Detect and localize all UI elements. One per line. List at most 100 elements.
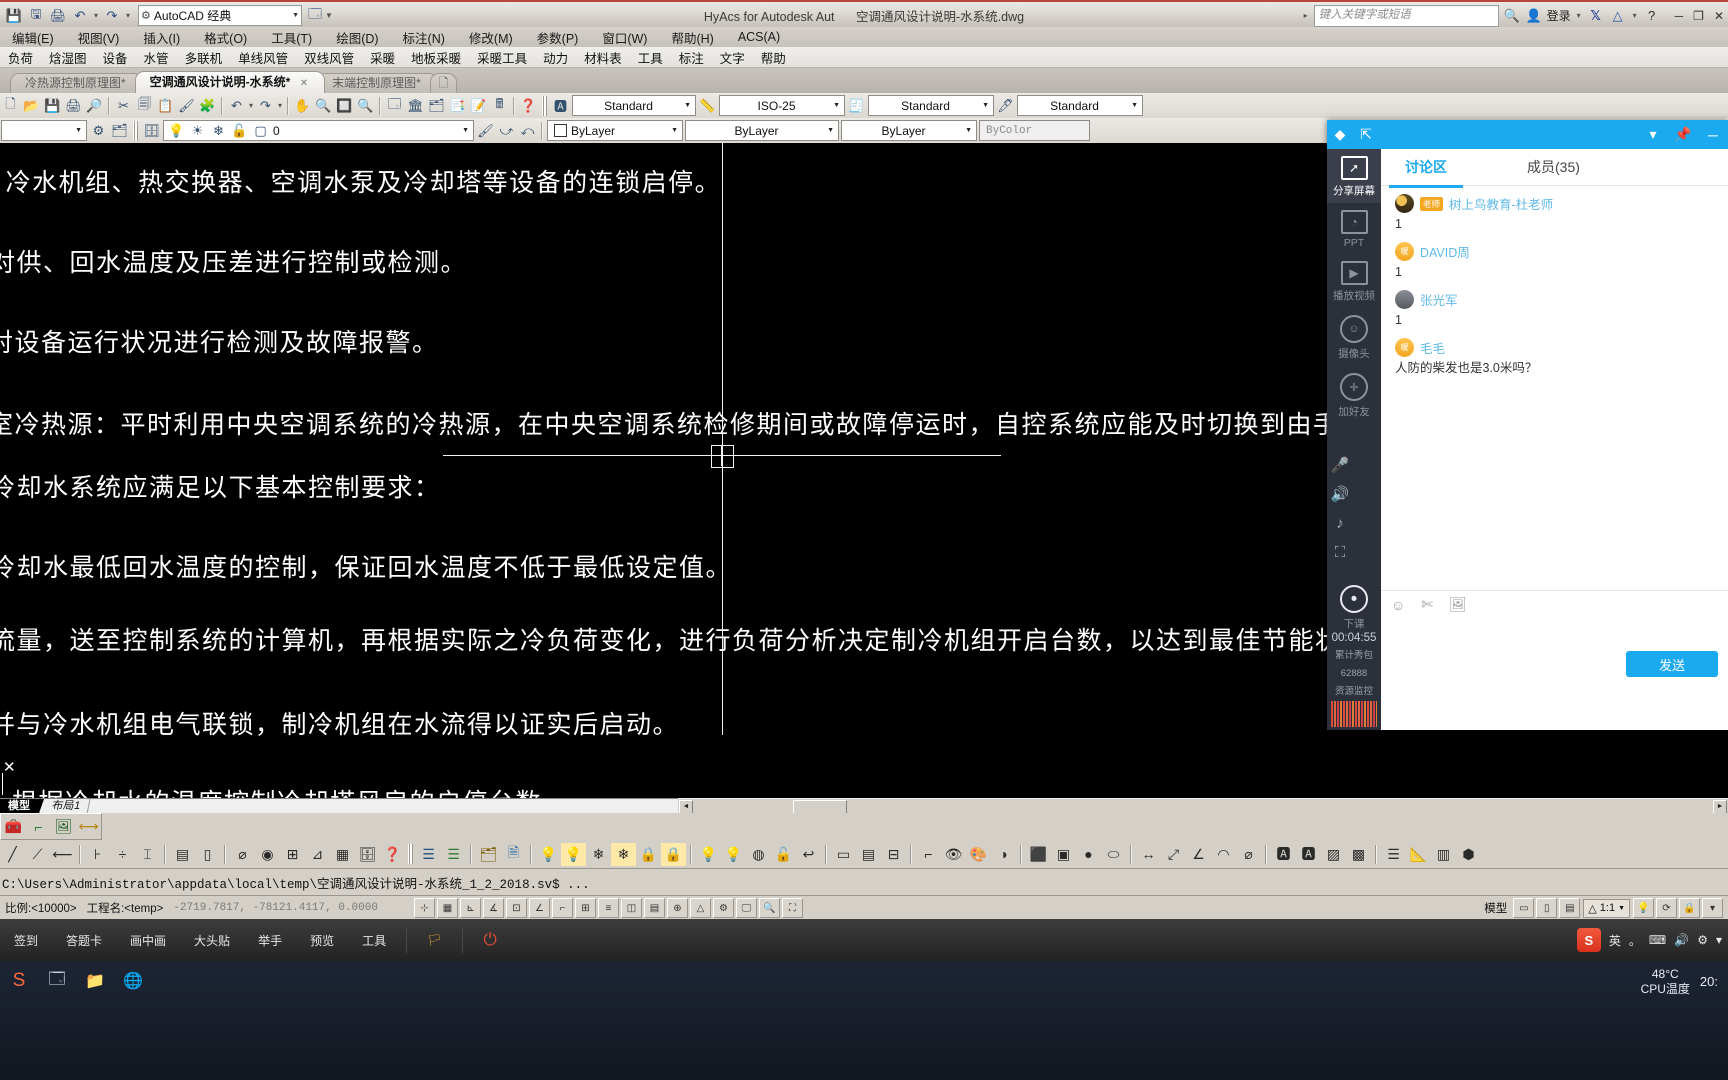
undo-icon[interactable]: ↶ bbox=[70, 6, 90, 26]
pan-icon[interactable]: ✋ bbox=[292, 95, 313, 116]
layer-merge-icon[interactable]: 🗂 bbox=[476, 843, 501, 866]
copy-icon[interactable]: 🗐 bbox=[134, 95, 155, 116]
box-icon[interactable]: ▣ bbox=[1051, 843, 1076, 866]
viewport2-icon[interactable]: ▤ bbox=[856, 843, 881, 866]
osnap-toggle[interactable]: ⊡ bbox=[505, 898, 527, 918]
layer-previous-icon[interactable]: 🖌 bbox=[475, 120, 496, 141]
menu-item-4[interactable]: 工具(T) bbox=[259, 28, 324, 47]
hyacs-menu-1[interactable]: 焓湿图 bbox=[41, 48, 95, 67]
system-clock[interactable]: 20: bbox=[1700, 974, 1718, 990]
menu-item-1[interactable]: 视图(V) bbox=[66, 28, 132, 47]
view-icon[interactable]: 👁 bbox=[941, 843, 966, 866]
autodesk-dropdown-icon[interactable]: ▾ bbox=[1631, 11, 1639, 20]
chevron-down-icon[interactable]: ▼ bbox=[980, 102, 991, 109]
chevron-down-icon[interactable]: ▼ bbox=[669, 127, 680, 134]
ducs-toggle[interactable]: ⌐ bbox=[551, 898, 573, 918]
lock-open-icon[interactable]: 🔓 bbox=[229, 120, 250, 141]
undo-dropdown-icon[interactable]: ▾ bbox=[92, 11, 100, 20]
zoom-realtime-icon[interactable]: 🔍 bbox=[313, 95, 334, 116]
table-style-combo[interactable]: Standard ▼ bbox=[868, 95, 994, 116]
exchange-icon[interactable]: 𝕏 bbox=[1587, 8, 1605, 24]
table-style-icon[interactable]: 🧾 bbox=[846, 95, 867, 116]
chat-input-area[interactable]: 发送 bbox=[1381, 617, 1728, 687]
viewport3-icon[interactable]: ⊟ bbox=[881, 843, 906, 866]
menu-item-7[interactable]: 修改(M) bbox=[457, 28, 525, 47]
dock-item-5[interactable]: 预览 bbox=[296, 919, 348, 961]
dim-linear-icon[interactable]: ↔ bbox=[1136, 843, 1161, 866]
lock-2-icon[interactable]: 🔒 bbox=[661, 842, 686, 866]
lightbulb-3-icon[interactable]: 💡 bbox=[696, 843, 721, 866]
command-line[interactable]: C:\Users\Administrator\appdata\local\tem… bbox=[0, 869, 1728, 895]
designcenter-icon[interactable]: 🏛 bbox=[405, 95, 426, 116]
snap-toggle[interactable]: ⊹ bbox=[413, 898, 435, 918]
elevation-tool-icon[interactable]: ⌶ bbox=[135, 843, 160, 866]
start-icon[interactable]: S bbox=[2, 964, 36, 998]
tab-discussion[interactable]: 讨论区 bbox=[1389, 157, 1463, 188]
save-icon[interactable]: 💾 bbox=[4, 6, 24, 26]
dim-diameter-icon[interactable]: ⌀ bbox=[1236, 843, 1261, 866]
ime-more-icon[interactable]: ▾ bbox=[1716, 933, 1722, 947]
workspace-toggle[interactable]: ⚙ bbox=[712, 898, 734, 918]
render-icon[interactable]: 🎨 bbox=[966, 843, 991, 866]
block-list-icon[interactable]: ▤ bbox=[170, 843, 195, 866]
chat-message-name[interactable]: 树上鸟教育-杜老师 bbox=[1449, 194, 1553, 213]
redo-icon[interactable]: ↷ bbox=[102, 6, 122, 26]
mic-icon[interactable]: 🎤 bbox=[1327, 453, 1353, 477]
taskbar-app-3-icon[interactable]: 🌐 bbox=[116, 964, 150, 998]
music-icon[interactable]: ♪ bbox=[1327, 511, 1353, 535]
layer-combo[interactable]: 💡 ☀ ❄ 🔓 ▢ 0 ▼ bbox=[163, 120, 474, 141]
sphere-icon[interactable]: ● bbox=[1076, 843, 1101, 866]
polar-toggle[interactable]: ∡ bbox=[482, 898, 504, 918]
ime-punct-icon[interactable]: 。 bbox=[1629, 932, 1641, 949]
dock-flag-icon[interactable]: 🏳 bbox=[413, 919, 456, 961]
isolate-toggle[interactable]: 🔍 bbox=[758, 898, 780, 918]
table-icon[interactable]: ▦ bbox=[330, 843, 355, 866]
hardware-toggle[interactable]: 🖵 bbox=[735, 898, 757, 918]
lightbulb-on-icon[interactable]: 💡 bbox=[166, 120, 187, 141]
gradient-icon[interactable]: ▩ bbox=[1346, 843, 1371, 866]
lineweight-combo[interactable]: ByLayer ▼ bbox=[841, 120, 977, 141]
menu-item-2[interactable]: 插入(I) bbox=[131, 28, 192, 47]
cut-icon[interactable]: ✂ bbox=[113, 95, 134, 116]
chevron-down-icon[interactable]: ▼ bbox=[1618, 905, 1625, 912]
color-combo[interactable]: ByLayer ▼ bbox=[547, 120, 683, 141]
search-input[interactable]: 键入关键字或短语 bbox=[1313, 4, 1499, 27]
document-tab-0[interactable]: 冷热源控制原理图* bbox=[10, 73, 143, 93]
menu-item-6[interactable]: 标注(N) bbox=[391, 28, 457, 47]
solid-icon[interactable]: ⬛ bbox=[1026, 843, 1051, 866]
hyacs-tool-4-icon[interactable]: ⟷ bbox=[76, 815, 101, 838]
chevron-down-icon[interactable]: ▼ bbox=[825, 127, 836, 134]
dim-style-icon[interactable]: 📏 bbox=[697, 95, 718, 116]
viewport-icon[interactable]: ▭ bbox=[831, 843, 856, 866]
workspace-combo[interactable]: ▼ bbox=[1, 120, 87, 141]
hyacs-menu-3[interactable]: 水管 bbox=[136, 48, 177, 67]
menu-item-11[interactable]: ACS(A) bbox=[726, 30, 792, 44]
dock-item-6[interactable]: 工具 bbox=[348, 919, 400, 961]
chevron-down-icon[interactable]: ▼ bbox=[460, 127, 471, 134]
taskbar-app-1-icon[interactable]: 🗔 bbox=[40, 964, 74, 998]
menu-item-8[interactable]: 参数(P) bbox=[525, 28, 591, 47]
class-end-button[interactable]: ⏺ 下课 00:04:55 累计秀包 62888 资源监控 bbox=[1327, 578, 1381, 732]
align-tool-icon[interactable]: ⊦ bbox=[85, 843, 110, 866]
chevron-down-icon[interactable]: ▼ bbox=[963, 127, 974, 134]
taskbar-app-2-icon[interactable]: 📁 bbox=[78, 964, 112, 998]
speaker-icon[interactable]: 🔊 bbox=[1327, 482, 1353, 506]
zoom-previous-icon[interactable]: 🔍 bbox=[355, 95, 376, 116]
dyn-toggle[interactable]: ⊞ bbox=[574, 898, 596, 918]
polyline-tool-icon[interactable]: ⟋ bbox=[25, 843, 50, 866]
qat-overflow-icon[interactable]: ▼ bbox=[325, 11, 333, 20]
dim-style-combo[interactable]: ISO-25 ▼ bbox=[719, 95, 845, 116]
redo-dropdown-icon[interactable]: ▾ bbox=[124, 11, 132, 20]
snowflake-2-icon[interactable]: ❄ bbox=[611, 842, 636, 866]
avatar[interactable]: 暖 bbox=[1395, 338, 1414, 357]
text-style-icon[interactable]: 🅰 bbox=[550, 95, 571, 116]
ime-volume-icon[interactable]: 🔊 bbox=[1674, 933, 1689, 947]
hyacs-menu-15[interactable]: 帮助 bbox=[753, 48, 794, 67]
line-tool-icon[interactable]: ╱ bbox=[0, 843, 25, 866]
toolpalettes-icon[interactable]: 🗂 bbox=[426, 95, 447, 116]
layer-cloud-icon[interactable]: 🗎 bbox=[501, 843, 526, 866]
hyacs-menu-6[interactable]: 双线风管 bbox=[296, 48, 362, 67]
chat-message-name[interactable]: 毛毛 bbox=[1420, 338, 1445, 357]
horizontal-scrollbar[interactable]: ◄ ► bbox=[678, 798, 1728, 814]
space-label[interactable]: 模型 bbox=[1479, 900, 1512, 916]
